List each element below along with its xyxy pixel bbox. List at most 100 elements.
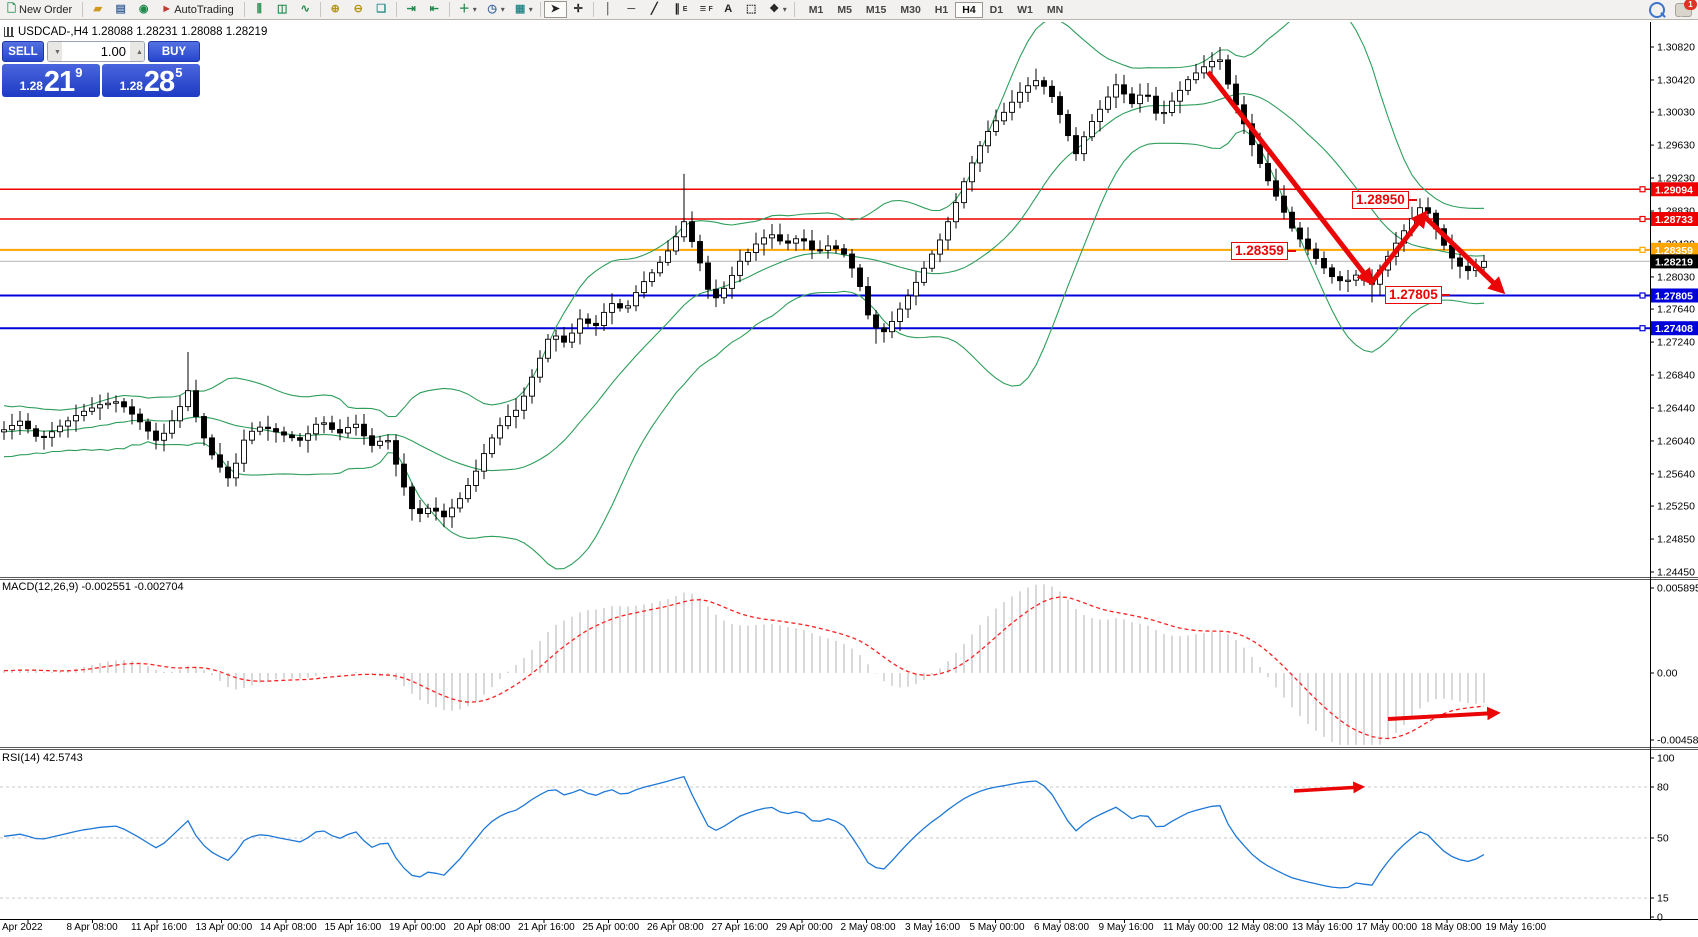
auto-scroll-button[interactable]: ⇥ <box>400 1 423 18</box>
autotrading-label: AutoTrading <box>174 4 234 16</box>
sell-price-big: 21 <box>44 69 74 95</box>
text-label-button[interactable]: ⬚ <box>740 1 763 18</box>
cursor-button[interactable]: ➤ <box>544 1 567 18</box>
chart-shift-button[interactable]: ⇤ <box>423 1 446 18</box>
zoom-out-button[interactable]: ⊖ <box>347 1 370 18</box>
notifications-icon[interactable]: 1 <box>1675 3 1692 17</box>
svg-text:1.28030: 1.28030 <box>1657 271 1695 283</box>
price-annotation[interactable]: 1.28359 <box>1231 242 1288 260</box>
volume-decrease-button[interactable]: ▼ <box>48 42 62 61</box>
horizontal-line-icon: ─ <box>624 2 639 17</box>
zoom-in-icon: ⊕ <box>328 2 343 17</box>
tile-windows-button[interactable]: ❏ <box>370 1 393 18</box>
svg-text:50: 50 <box>1657 833 1669 845</box>
mt4-terminal: 🗋 New Order ▰ ▤ ◉ ► AutoTrading ⫼ ◫ ∿ ⊕ … <box>0 0 1698 937</box>
svg-text:1.26040: 1.26040 <box>1657 435 1695 447</box>
svg-text:9 May 16:00: 9 May 16:00 <box>1099 922 1154 933</box>
tab-timeframe-H4[interactable]: H4 <box>955 2 982 18</box>
zoom-in-button[interactable]: ⊕ <box>324 1 347 18</box>
macd-label: MACD(12,26,9) -0.002551 -0.002704 <box>2 581 184 593</box>
svg-text:20 Apr 08:00: 20 Apr 08:00 <box>454 922 511 933</box>
bar-chart-icon: ⫼ <box>252 2 267 17</box>
candlestick-chart-button[interactable]: ◫ <box>271 1 294 18</box>
svg-text:11 Apr 16:00: 11 Apr 16:00 <box>131 922 187 933</box>
tab-timeframe-M1[interactable]: M1 <box>802 2 831 18</box>
metaeditor-button[interactable]: ▤ <box>109 1 132 18</box>
price-annotation[interactable]: 1.28950 <box>1352 191 1409 209</box>
buy-price-prefix: 1.28 <box>120 79 143 93</box>
sell-price-sup: 9 <box>75 65 82 80</box>
svg-text:5 May 00:00: 5 May 00:00 <box>970 922 1025 933</box>
svg-text:Apr 2022: Apr 2022 <box>2 922 43 933</box>
vertical-line-button[interactable]: │ <box>597 1 620 18</box>
text-label-icon: ⬚ <box>744 2 759 17</box>
tab-timeframe-MN[interactable]: MN <box>1040 2 1070 18</box>
svg-text:1.27240: 1.27240 <box>1657 337 1695 349</box>
new-order-icon: 🗋 <box>4 2 19 17</box>
svg-text:13 Apr 00:00: 13 Apr 00:00 <box>196 922 253 933</box>
tab-timeframe-W1[interactable]: W1 <box>1010 2 1040 18</box>
sell-button[interactable]: SELL <box>2 41 44 62</box>
vertical-line-icon: │ <box>601 2 616 17</box>
chart-shift-icon: ⇤ <box>427 2 442 17</box>
tab-timeframe-D1[interactable]: D1 <box>983 2 1010 18</box>
periods-button[interactable]: ◷▾ <box>481 1 509 18</box>
new-order-button[interactable]: 🗋 New Order <box>0 1 79 18</box>
svg-text:8 Apr 08:00: 8 Apr 08:00 <box>67 922 119 933</box>
svg-text:1.27640: 1.27640 <box>1657 304 1695 316</box>
autotrading-button[interactable]: ► AutoTrading <box>155 1 241 18</box>
rsi-line <box>4 777 1484 888</box>
autotrading-icon: ► <box>159 2 174 17</box>
chevron-down-icon: ▾ <box>501 5 505 14</box>
crosshair-button[interactable]: ✛ <box>567 1 590 18</box>
one-click-trading-panel: SELL ▼ ▲ BUY 1.28 21 9 1.28 28 5 <box>2 41 200 98</box>
svg-text:14 Apr 08:00: 14 Apr 08:00 <box>260 922 317 933</box>
volume-input[interactable] <box>62 42 130 61</box>
fibonacci-button[interactable]: ≡F <box>691 1 716 18</box>
search-icon[interactable] <box>1649 2 1665 18</box>
svg-text:0.00: 0.00 <box>1657 668 1678 680</box>
cursor-icon: ➤ <box>548 2 563 17</box>
arrows-tool-button[interactable]: ❖▾ <box>763 1 791 18</box>
toolbar-separator <box>244 2 245 17</box>
chevron-down-icon: ▾ <box>473 5 477 14</box>
tab-timeframe-M15[interactable]: M15 <box>859 2 893 18</box>
text-button[interactable]: A <box>717 1 740 18</box>
templates-icon: ▦ <box>513 2 528 17</box>
chart-canvas[interactable]: 1.308201.304201.300301.296301.292301.288… <box>0 0 1698 937</box>
svg-text:15 Apr 16:00: 15 Apr 16:00 <box>325 922 382 933</box>
chart-mini-icon <box>4 27 14 37</box>
line-chart-button[interactable]: ∿ <box>294 1 317 18</box>
svg-text:0: 0 <box>1657 912 1663 924</box>
svg-text:1.30820: 1.30820 <box>1657 42 1695 54</box>
metaeditor-icon: ▤ <box>113 2 128 17</box>
price-annotation[interactable]: 1.27805 <box>1385 286 1442 304</box>
bar-chart-button[interactable]: ⫼ <box>248 1 271 18</box>
trendline-button[interactable]: ╱ <box>643 1 666 18</box>
toolbar-separator <box>449 2 450 17</box>
time-axis: Apr 2022 8 Apr 08:00 11 Apr 16:00 13 Apr 00… <box>2 920 1547 933</box>
volume-increase-button[interactable]: ▲ <box>130 42 144 61</box>
wallet-icon: ▰ <box>90 2 105 17</box>
tab-timeframe-H1[interactable]: H1 <box>928 2 955 18</box>
signals-button[interactable]: ◉ <box>132 1 155 18</box>
svg-text:2 May 08:00: 2 May 08:00 <box>841 922 896 933</box>
candlesticks <box>2 47 1487 528</box>
tab-timeframe-M30[interactable]: M30 <box>893 2 927 18</box>
sell-price[interactable]: 1.28 21 9 <box>2 64 100 97</box>
toolbar-separator <box>82 2 83 17</box>
buy-price[interactable]: 1.28 28 5 <box>102 64 200 97</box>
bollinger-bands <box>4 5 1484 569</box>
buy-button[interactable]: BUY <box>148 41 200 62</box>
wallet-button[interactable]: ▰ <box>86 1 109 18</box>
horizontal-line-button[interactable]: ─ <box>620 1 643 18</box>
channel-button[interactable]: ∥E <box>666 1 692 18</box>
buy-price-big: 28 <box>144 69 174 95</box>
chevron-down-icon: ▾ <box>529 5 533 14</box>
notification-badge: 1 <box>1684 0 1697 10</box>
trend-arrows[interactable] <box>1208 72 1501 791</box>
indicators-button[interactable]: ＋▾ <box>453 1 481 18</box>
svg-text:-0.004586: -0.004586 <box>1657 735 1698 747</box>
tab-timeframe-M5[interactable]: M5 <box>830 2 859 18</box>
templates-button[interactable]: ▦▾ <box>509 1 537 18</box>
